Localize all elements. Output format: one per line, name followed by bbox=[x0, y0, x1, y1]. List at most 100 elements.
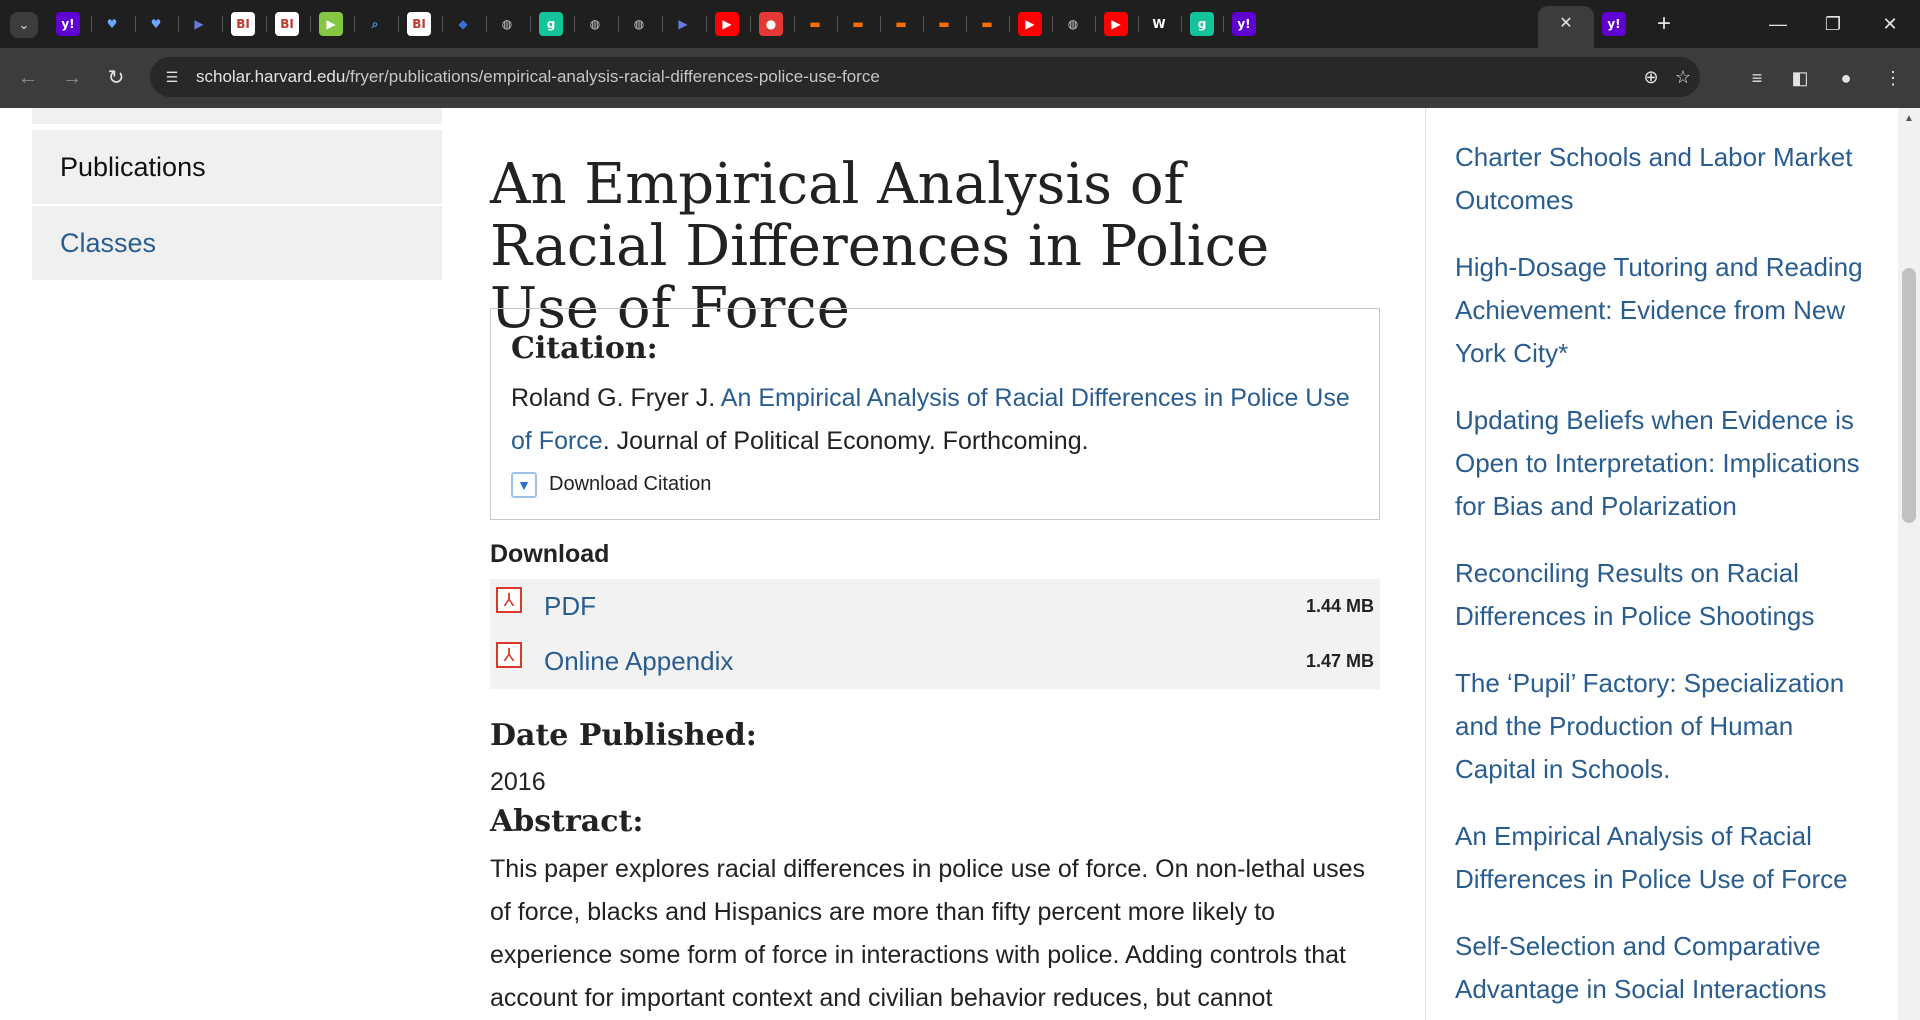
sidebar-item-classes[interactable]: Classes bbox=[32, 206, 442, 280]
page-scrollbar[interactable]: ▲ bbox=[1898, 108, 1920, 1020]
bookmark-tab[interactable]: ▬ bbox=[932, 12, 956, 36]
tab-separator bbox=[310, 16, 311, 32]
yahoo-tab[interactable]: y! bbox=[1602, 12, 1626, 36]
citation-journal: . Journal of Political Economy. Forthcom… bbox=[602, 427, 1089, 455]
bookmark-tab[interactable]: ▬ bbox=[975, 12, 999, 36]
download-row: ⅄ PDF 1.44 MB bbox=[490, 579, 1380, 634]
pdf-download-link[interactable]: PDF bbox=[544, 591, 596, 622]
tab-separator bbox=[442, 16, 443, 32]
business-insider-tab[interactable]: BI bbox=[407, 12, 431, 36]
back-icon[interactable]: ← bbox=[12, 62, 44, 94]
globe-tab[interactable]: ◍ bbox=[495, 12, 519, 36]
globe-tab[interactable]: ◍ bbox=[627, 12, 651, 36]
url-text[interactable]: scholar.harvard.edu/fryer/publications/e… bbox=[196, 67, 880, 87]
bookmark-tab[interactable]: ▬ bbox=[846, 12, 870, 36]
globe-tab[interactable]: ◍ bbox=[583, 12, 607, 36]
file-size: 1.47 MB bbox=[1305, 651, 1374, 671]
tab-separator bbox=[662, 16, 663, 32]
youtube-tab[interactable]: ▶ bbox=[1018, 12, 1042, 36]
tab-separator bbox=[486, 16, 487, 32]
podcast-tab[interactable]: ● bbox=[759, 12, 783, 36]
zoom-icon[interactable]: ⊕ bbox=[1638, 65, 1664, 89]
sidebar-item-publications[interactable]: Publications bbox=[32, 130, 442, 204]
download-row: ⅄ Online Appendix 1.47 MB bbox=[490, 634, 1380, 689]
grammarly-tab[interactable]: g bbox=[1190, 12, 1214, 36]
yahoo-tab[interactable]: y! bbox=[56, 12, 80, 36]
media-controls-icon[interactable]: ≡ bbox=[1741, 62, 1773, 94]
search-tab[interactable]: ⌕ bbox=[363, 12, 387, 36]
pdf-icon: ⅄ bbox=[496, 642, 522, 668]
scroll-thumb[interactable] bbox=[1902, 268, 1916, 523]
date-published-value: 2016 bbox=[490, 768, 546, 796]
tab-separator bbox=[222, 16, 223, 32]
tab-search-button[interactable]: ⌄ bbox=[10, 12, 38, 38]
business-insider-tab[interactable]: BI bbox=[231, 12, 255, 36]
bookmark-tab[interactable]: ▬ bbox=[803, 12, 827, 36]
abstract-text: This paper explores racial differences i… bbox=[490, 855, 1366, 1012]
tab-separator bbox=[706, 16, 707, 32]
url-host: scholar.harvard.edu bbox=[196, 67, 346, 86]
tab-separator bbox=[574, 16, 575, 32]
forward-icon[interactable]: → bbox=[56, 62, 88, 94]
arrow-tab[interactable]: ▶ bbox=[187, 12, 211, 36]
related-publication-link[interactable]: Charter Schools and Labor Market Outcome… bbox=[1455, 136, 1870, 222]
tab-separator bbox=[1223, 16, 1224, 32]
tab-strip: ⌄ y! ♥ ♥ ▶ BI BI ▶ ⌕ BI ◆ ◍ g ◍ ◍ ▶ ▶ ● ▬ ▬ ▬ ▬ ▬ ▶ ◍ ▶ Wg y! ✕ y!… bbox=[0, 0, 1920, 48]
side-panel-icon[interactable]: ◧ bbox=[1784, 62, 1816, 94]
grammarly-tab[interactable]: g bbox=[539, 12, 563, 36]
globe-tab[interactable]: ◍ bbox=[1061, 12, 1085, 36]
tab-separator bbox=[1181, 16, 1182, 32]
browser-toolbar: ← → ↻ ☰ scholar.harvard.edu/fryer/public… bbox=[0, 48, 1920, 108]
related-publication-link[interactable]: Updating Beliefs when Evidence is Open t… bbox=[1455, 399, 1870, 528]
wsj-tab[interactable]: W bbox=[1147, 12, 1171, 36]
related-publication-link[interactable]: Reconciling Results on Racial Difference… bbox=[1455, 552, 1870, 638]
menu-icon[interactable]: ⋮ bbox=[1877, 62, 1909, 94]
related-publication-link[interactable]: An Empirical Analysis of Racial Differen… bbox=[1455, 815, 1870, 901]
youtube-tab[interactable]: ▶ bbox=[715, 12, 739, 36]
bookmark-star-icon[interactable]: ☆ bbox=[1670, 65, 1696, 89]
tab-separator bbox=[1052, 16, 1053, 32]
site-info-icon[interactable]: ☰ bbox=[162, 67, 182, 87]
address-bar[interactable]: ☰ scholar.harvard.edu/fryer/publications… bbox=[150, 57, 1700, 97]
citation-box: Citation: Roland G. Fryer J. An Empirica… bbox=[490, 308, 1380, 520]
shield-tab[interactable]: ♥ bbox=[100, 12, 124, 36]
business-insider-tab[interactable]: BI bbox=[275, 12, 299, 36]
tab-separator bbox=[266, 16, 267, 32]
arrow-tab[interactable]: ▶ bbox=[671, 12, 695, 36]
related-publication-link[interactable]: High-Dosage Tutoring and Reading Achieve… bbox=[1455, 246, 1870, 375]
tab-separator bbox=[135, 16, 136, 32]
scroll-up-arrow-icon[interactable]: ▲ bbox=[1898, 108, 1920, 130]
related-publications-list: Charter Schools and Labor Market Outcome… bbox=[1455, 136, 1870, 1020]
yahoo-tab[interactable]: y! bbox=[1232, 12, 1256, 36]
appendix-download-link[interactable]: Online Appendix bbox=[544, 646, 733, 677]
shield-tab[interactable]: ♥ bbox=[144, 12, 168, 36]
download-list: ⅄ PDF 1.44 MB ⅄ Online Appendix 1.47 MB bbox=[490, 579, 1380, 689]
tab-separator bbox=[178, 16, 179, 32]
tab-separator bbox=[530, 16, 531, 32]
download-heading: Download bbox=[490, 540, 610, 568]
reload-icon[interactable]: ↻ bbox=[100, 62, 132, 94]
minimize-icon[interactable]: — bbox=[1758, 8, 1798, 40]
page-viewport: Publications Classes An Empirical Analys… bbox=[0, 108, 1920, 1020]
related-publication-link[interactable]: Self-Selection and Comparative Advantage… bbox=[1455, 925, 1870, 1011]
rumble-tab[interactable]: ▶ bbox=[319, 12, 343, 36]
download-citation-toggle[interactable]: ▼ Download Citation bbox=[511, 469, 711, 499]
file-size: 1.44 MB bbox=[1305, 596, 1374, 616]
youtube-tab[interactable]: ▶ bbox=[1104, 12, 1128, 36]
column-divider bbox=[1425, 108, 1426, 1020]
new-tab-button[interactable]: + bbox=[1650, 10, 1678, 38]
profile-icon[interactable]: ● bbox=[1830, 62, 1862, 94]
cube-tab[interactable]: ◆ bbox=[451, 12, 475, 36]
related-publication-link[interactable]: The ‘Pupil’ Factory: Specialization and … bbox=[1455, 662, 1870, 791]
dropdown-arrow-icon[interactable]: ▼ bbox=[511, 472, 537, 498]
tab-close-icon[interactable]: ✕ bbox=[1555, 13, 1577, 35]
pdf-icon: ⅄ bbox=[496, 587, 522, 613]
restore-icon[interactable]: ❐ bbox=[1813, 8, 1853, 40]
close-window-icon[interactable]: ✕ bbox=[1870, 8, 1910, 40]
citation-text: Roland G. Fryer J. An Empirical Analysis… bbox=[511, 377, 1361, 463]
bookmark-tab[interactable]: ▬ bbox=[889, 12, 913, 36]
sidebar-item-partial[interactable] bbox=[32, 108, 442, 126]
tab-separator bbox=[750, 16, 751, 32]
abstract-label: Abstract: bbox=[490, 804, 644, 839]
download-citation-label[interactable]: Download Citation bbox=[549, 473, 711, 495]
